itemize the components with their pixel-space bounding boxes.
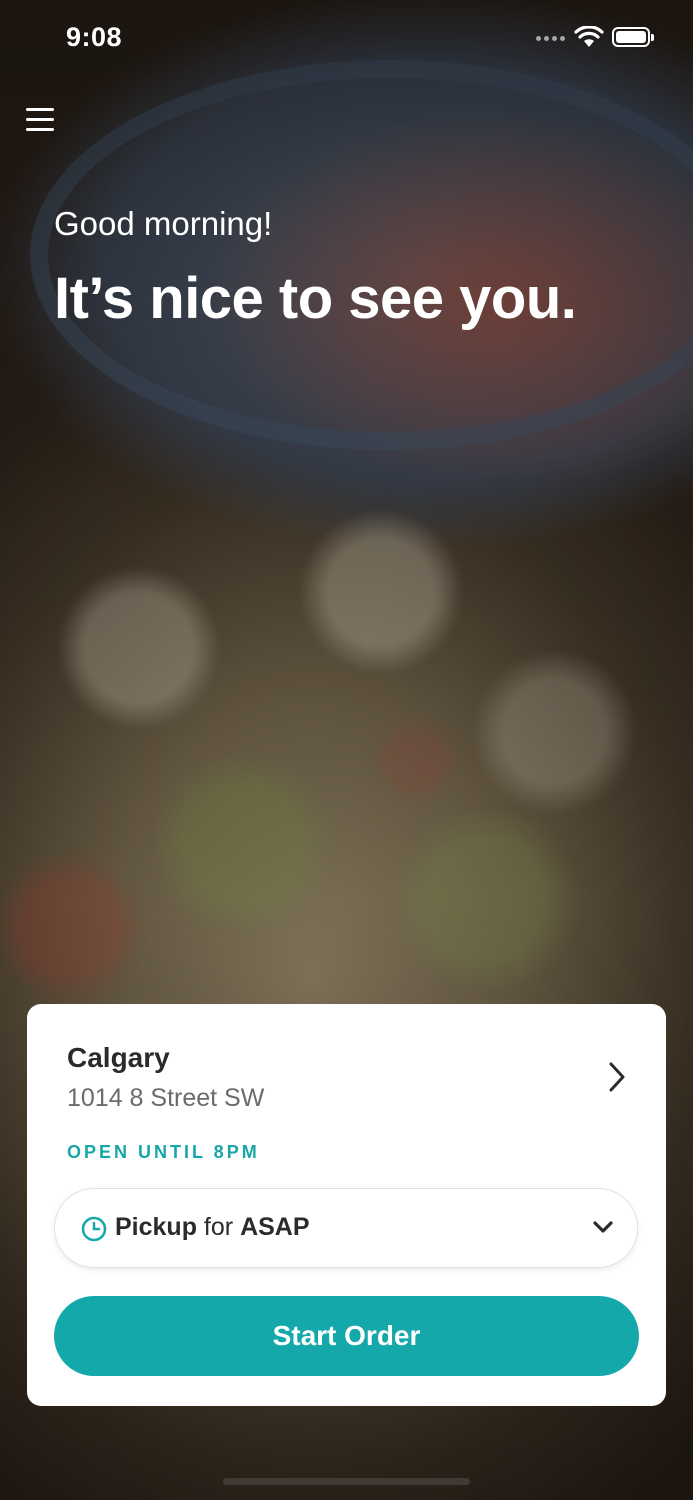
pickup-time: ASAP	[240, 1213, 310, 1241]
welcome-headline: It’s nice to see you.	[54, 266, 577, 331]
menu-button[interactable]	[26, 106, 56, 132]
chevron-right-icon[interactable]	[601, 1060, 631, 1094]
location-card: Calgary 1014 8 Street SW OPEN UNTIL 8PM …	[27, 1004, 666, 1406]
battery-icon	[612, 27, 654, 47]
start-order-button[interactable]: Start Order	[54, 1296, 639, 1376]
chevron-down-icon	[593, 1221, 613, 1233]
pickup-connector: for	[196, 1213, 241, 1241]
signal-icon	[536, 36, 565, 41]
home-indicator	[223, 1478, 470, 1485]
wifi-icon	[574, 26, 604, 47]
status-time: 9:08	[66, 22, 123, 52]
status-bar: 9:08	[0, 0, 693, 80]
location-name[interactable]: Calgary	[67, 1042, 170, 1074]
pickup-label: Pickup for ASAP	[115, 1213, 310, 1242]
greeting-text: Good morning!	[54, 205, 273, 242]
hamburger-menu-icon	[26, 108, 54, 111]
pickup-mode: Pickup	[115, 1213, 197, 1241]
pickup-time-select[interactable]: Pickup for ASAP	[54, 1188, 638, 1268]
store-hours: OPEN UNTIL 8PM	[67, 1142, 260, 1162]
clock-icon	[81, 1216, 107, 1242]
location-address[interactable]: 1014 8 Street SW	[67, 1084, 264, 1113]
